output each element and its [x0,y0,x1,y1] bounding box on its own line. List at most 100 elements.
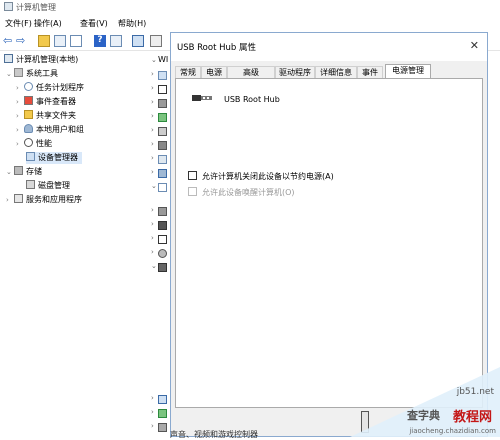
device-icon [158,127,167,136]
chevron-right-icon[interactable]: › [16,96,24,108]
event-log-icon [24,96,33,105]
tab-power[interactable]: 电源 [201,66,227,78]
power-management-panel: USB Root Hub 允许计算机关闭此设备以节约电源(A) 允许此设备唤醒计… [175,78,483,408]
tab-strip: 常规 电源 高级 驱动程序 详细信息 事件 电源管理 [175,64,485,78]
tab-driver[interactable]: 驱动程序 [275,66,315,78]
chevron-right-icon[interactable]: › [151,126,154,134]
chevron-right-icon[interactable]: › [151,112,154,120]
tree-label: 服务和应用程序 [26,195,82,204]
chevron-right-icon[interactable]: › [151,220,154,228]
device-icon [158,99,167,108]
chevron-right-icon[interactable]: › [151,408,154,416]
device-icon [158,249,167,258]
properties-icon[interactable] [70,35,82,47]
chevron-down-icon[interactable]: ⌄ [151,182,157,190]
chevron-right-icon[interactable]: › [151,206,154,214]
device-icon [158,141,167,150]
chevron-right-icon[interactable]: › [151,70,154,78]
chevron-down-icon[interactable]: ⌄ [6,68,14,80]
tree-item-event-viewer[interactable]: › 事件查看器 [16,96,76,108]
shared-folder-icon [24,110,33,119]
tree-item-root[interactable]: 计算机管理(本地) [4,54,78,66]
allow-wake-checkbox [188,187,197,196]
scan-hardware-icon[interactable] [150,35,162,47]
window-titlebar: 计算机管理 [0,0,500,14]
tree-item-storage[interactable]: ⌄ 存储 [6,166,42,178]
computer-management-icon [4,2,13,11]
tree-item-task-scheduler[interactable]: › 任务计划程序 [16,82,84,94]
allow-power-off-checkbox[interactable] [188,171,197,180]
allow-wake-label: 允许此设备唤醒计算机(O) [202,188,295,197]
computer-icon [4,54,13,63]
device-icon [158,207,167,216]
chevron-right-icon[interactable]: › [16,124,24,136]
forward-arrow-icon[interactable]: ⇨ [16,35,28,47]
device-icon [158,71,167,80]
tree-item-shared-folders[interactable]: › 共享文件夹 [16,110,76,122]
chevron-down-icon[interactable]: ⌄ [6,166,14,178]
chevron-right-icon[interactable]: › [16,82,24,94]
back-arrow-icon[interactable]: ⇦ [3,35,15,47]
chevron-down-icon[interactable]: ⌄ [151,262,157,270]
allow-power-off-label[interactable]: 允许计算机关闭此设备以节约电源(A) [202,171,334,182]
tree-label: 本地用户和组 [36,125,84,134]
tree-item-device-manager[interactable]: 设备管理器 [26,152,82,164]
tree-item-services-apps[interactable]: › 服务和应用程序 [6,194,82,206]
navigation-tree: 计算机管理(本地) ⌄ 系统工具 › 任务计划程序 › 事件查看器 › 共享文件夹 › 本… [0,52,153,437]
tree-label: 设备管理器 [38,153,78,162]
tab-power-management[interactable]: 电源管理 [385,64,431,78]
show-hide-tree-icon[interactable] [54,35,66,47]
no-entry-icon [24,138,33,147]
tab-details[interactable]: 详细信息 [315,66,357,78]
chevron-right-icon[interactable]: › [151,422,154,430]
device-icon [158,395,167,404]
services-icon [14,194,23,203]
chevron-right-icon[interactable]: › [151,98,154,106]
chevron-right-icon[interactable]: › [151,84,154,92]
chevron-right-icon[interactable]: › [151,234,154,242]
help-icon[interactable]: ? [94,35,106,47]
chevron-right-icon[interactable]: › [151,394,154,402]
storage-icon [14,166,23,175]
device-icon [158,113,167,122]
menu-bar: 文件(F) 操作(A) 查看(V) 帮助(H) [0,15,500,29]
device-icon [158,423,167,432]
chevron-right-icon[interactable]: › [16,138,24,150]
tab-events[interactable]: 事件 [357,66,383,78]
chevron-right-icon[interactable]: › [16,110,24,122]
tree-item-performance[interactable]: › 性能 [16,138,52,150]
device-icon [158,183,167,192]
usb-connector-icon [192,95,212,101]
menu-view[interactable]: 查看(V) [80,18,108,29]
tab-general[interactable]: 常规 [175,66,201,78]
bottom-device-category: 声音、视频和游戏控制器 [170,430,258,439]
chevron-down-icon[interactable]: ⌄ [151,56,157,64]
menu-action[interactable]: 操作(A) [34,18,62,29]
tree-label: 计算机管理(本地) [16,55,79,64]
chevron-right-icon[interactable]: › [151,168,154,176]
dialog-titlebar: USB Root Hub 属性 ✕ [171,33,487,61]
watermark-line2: 教程网 [452,410,492,425]
console-view-icon[interactable] [110,35,122,47]
device-root-label: WI [158,55,169,64]
chevron-right-icon[interactable]: › [151,140,154,148]
device-icon [158,221,167,230]
usb-icon [158,263,167,272]
chevron-right-icon[interactable]: › [151,248,154,256]
close-icon[interactable]: ✕ [470,39,479,52]
menu-help[interactable]: 帮助(H) [118,18,146,29]
tree-item-system-tools[interactable]: ⌄ 系统工具 [6,68,58,80]
chevron-right-icon[interactable]: › [6,194,14,206]
up-folder-icon[interactable] [38,35,50,47]
device-manager-icon [26,152,35,161]
tab-advanced[interactable]: 高级 [227,66,275,78]
monitor-icon[interactable] [132,35,144,47]
device-icon [158,169,167,178]
device-name: USB Root Hub [224,95,280,104]
tree-item-disk-management[interactable]: 磁盘管理 [26,180,70,192]
chevron-right-icon[interactable]: › [151,154,154,162]
device-icon [158,85,167,94]
menu-file[interactable]: 文件(F) [5,18,32,29]
tree-item-local-users[interactable]: › 本地用户和组 [16,124,84,136]
clock-icon [24,82,33,91]
